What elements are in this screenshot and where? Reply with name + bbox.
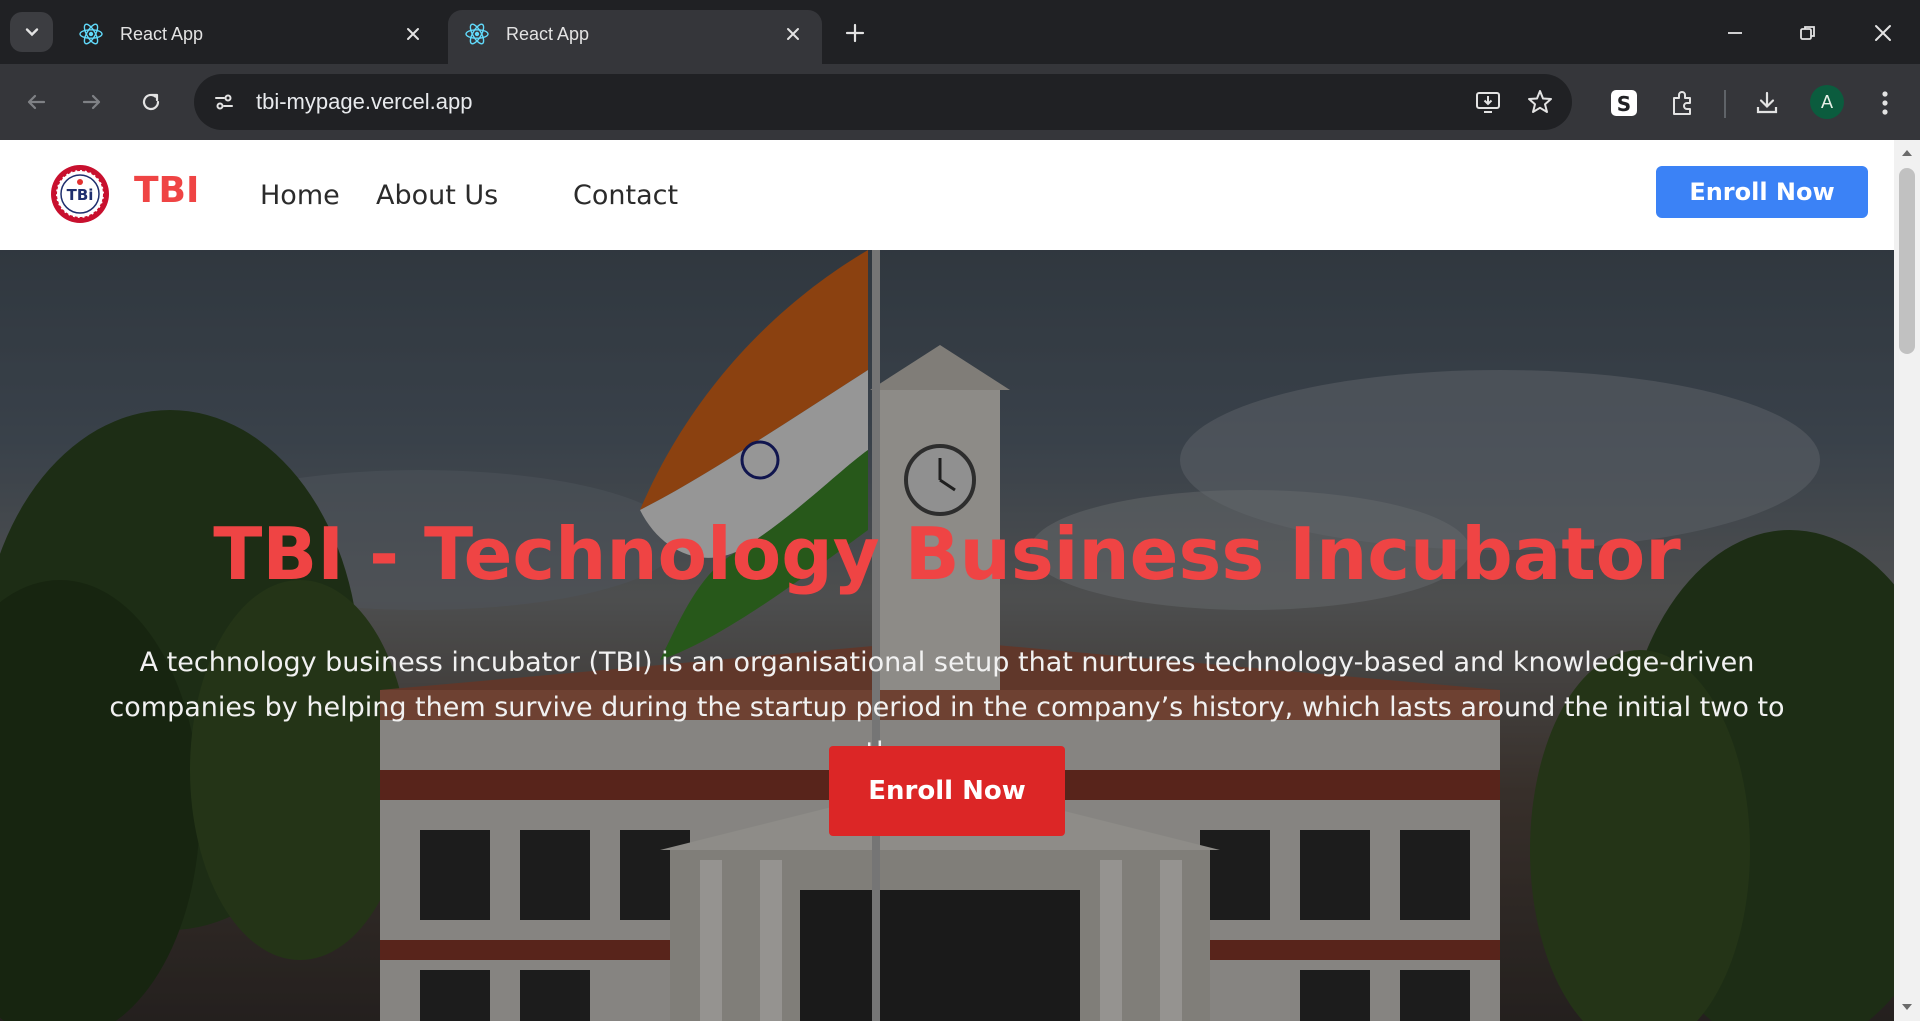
minimize-icon <box>1728 32 1742 34</box>
hero-title: TBI - Technology Business Incubator <box>213 512 1681 596</box>
nav-link-about-us[interactable]: About Us <box>376 180 498 211</box>
address-bar[interactable]: tbi-mypage.vercel.app <box>194 74 1572 130</box>
arrow-right-icon <box>82 94 101 110</box>
tab-react-app-2[interactable]: React App <box>448 10 822 64</box>
bookmark-star-icon[interactable] <box>1520 82 1560 122</box>
downloads-icon[interactable] <box>1748 84 1786 122</box>
reload-button[interactable] <box>133 84 169 120</box>
browser-toolbar: tbi-mypage.vercel.app S <box>0 64 1920 140</box>
extensions-puzzle-icon[interactable] <box>1664 84 1702 122</box>
scroll-up-arrow-icon[interactable] <box>1900 146 1914 160</box>
page-scrollbar[interactable] <box>1894 140 1920 1021</box>
url-text[interactable]: tbi-mypage.vercel.app <box>256 89 1468 115</box>
react-icon <box>464 21 490 47</box>
hero-enroll-button[interactable]: Enroll Now <box>829 746 1065 836</box>
back-button[interactable] <box>18 84 54 120</box>
site-navbar: TBi TBI Home About Us Contact Enroll Now <box>0 140 1894 250</box>
restore-button[interactable] <box>1791 16 1825 50</box>
extension-s-icon[interactable]: S <box>1605 84 1643 122</box>
chevron-down-icon <box>25 28 38 37</box>
page-viewport: TBi TBI Home About Us Contact Enroll Now <box>0 140 1920 1021</box>
tab-search-button[interactable] <box>10 12 53 52</box>
plus-icon <box>845 23 865 43</box>
navbar-enroll-button[interactable]: Enroll Now <box>1656 166 1868 218</box>
reload-icon <box>142 93 160 111</box>
restore-icon <box>1800 26 1815 40</box>
nav-link-home[interactable]: Home <box>260 180 340 211</box>
svg-text:TBi: TBi <box>67 186 94 204</box>
tab-title: React App <box>120 23 204 44</box>
more-menu-icon[interactable] <box>1866 84 1904 122</box>
react-icon <box>78 21 104 47</box>
hero-section: TBI - Technology Business Incubator A te… <box>0 250 1894 1021</box>
scrollbar-thumb[interactable] <box>1899 168 1915 354</box>
scroll-down-arrow-icon[interactable] <box>1900 1000 1914 1014</box>
tab-title: React App <box>506 23 590 44</box>
svg-text:S: S <box>1617 92 1631 116</box>
close-icon <box>1875 25 1891 41</box>
new-tab-button[interactable] <box>840 18 870 48</box>
browser-tab-bar: React App React App <box>0 0 1920 64</box>
brand-name[interactable]: TBI <box>134 170 199 211</box>
install-app-icon[interactable] <box>1468 82 1508 122</box>
close-tab-icon[interactable] <box>780 21 806 47</box>
profile-avatar[interactable]: A <box>1810 85 1844 119</box>
site-info-icon[interactable] <box>202 80 246 124</box>
arrow-left-icon <box>27 94 46 110</box>
toolbar-separator <box>1724 90 1726 118</box>
tab-react-app-1[interactable]: React App <box>62 10 442 64</box>
forward-button[interactable] <box>74 84 110 120</box>
tbi-logo[interactable]: TBi <box>50 164 110 224</box>
hero-dark-overlay <box>0 250 1894 1021</box>
close-window-button[interactable] <box>1866 16 1900 50</box>
minimize-button[interactable] <box>1718 16 1752 50</box>
nav-link-contact[interactable]: Contact <box>573 180 678 211</box>
close-tab-icon[interactable] <box>400 21 426 47</box>
